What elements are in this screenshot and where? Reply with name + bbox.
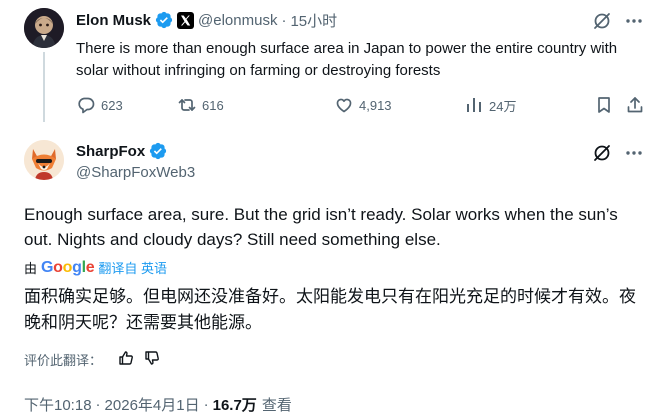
main-author-header: SharpFox [76,142,167,160]
separator: · [95,396,101,413]
share-button[interactable] [625,94,645,116]
reply-icon [76,95,96,115]
share-icon [625,95,645,115]
parent-avatar[interactable] [24,8,64,48]
grok-icon[interactable] [592,143,612,168]
parent-top-actions [592,11,644,36]
separator: · [203,396,209,413]
repost-button[interactable]: 616 [177,94,224,116]
reply-count: 623 [101,97,123,113]
avatar-image [24,8,64,48]
parent-tweet-text: There is more than enough surface area i… [76,40,618,79]
tweet-time[interactable]: 15小时 [290,10,337,31]
tweet-meta: 下午10:18 · 2026年4月1日 · 16.7万 查看 [24,394,292,415]
separator: · [281,11,287,29]
more-icon[interactable] [624,11,644,36]
reply-button[interactable]: 623 [76,94,123,116]
parent-header: Elon Musk @elonmusk · 15小时 [76,9,337,31]
post-date[interactable]: 2026年4月1日 [105,394,200,415]
translated-text: 面积确实足够。但电网还没准备好。太阳能发电只有在阳光充足的时候才有效。夜晚和阴天… [24,287,636,332]
translate-source-link[interactable]: 翻译自 英语 [98,258,167,277]
repost-icon [177,95,197,115]
author-handle[interactable]: @elonmusk [198,12,277,29]
like-button[interactable]: 4,913 [334,94,392,116]
translate-by-label: 由 [24,261,38,276]
x-logo-icon [177,11,195,29]
google-logo: Google [41,258,95,276]
grok-icon[interactable] [592,11,612,36]
thumbs-up-icon[interactable] [118,350,134,369]
main-top-actions [592,143,644,168]
author-name[interactable]: Elon Musk [76,12,151,29]
views-button[interactable]: 24万 [464,94,516,116]
thumbs-down-icon[interactable] [144,350,160,369]
views-icon [464,95,484,115]
like-count: 4,913 [359,97,392,113]
author-handle[interactable]: @SharpFoxWeb3 [76,164,195,181]
bookmark-button[interactable] [594,94,614,116]
verified-badge-icon[interactable] [149,142,167,160]
verified-badge-icon[interactable] [155,11,173,29]
parent-action-bar: 623 616 4,913 24万 [76,94,646,116]
like-icon [334,95,354,115]
translation-bar: 由 Google 翻译自 英语 [24,258,167,277]
thread-connector [43,52,45,122]
main-avatar[interactable] [24,140,64,180]
author-name[interactable]: SharpFox [76,143,145,160]
rate-translation: 评价此翻译： [24,350,160,369]
repost-count: 616 [202,97,224,113]
rate-translation-label: 评价此翻译： [24,353,103,368]
more-icon[interactable] [624,143,644,168]
fox-avatar-image [24,140,64,180]
views-label: 查看 [261,397,292,414]
post-time[interactable]: 下午10:18 [24,394,92,415]
main-tweet-text: Enough surface area, sure. But the grid … [24,205,618,249]
bookmark-icon [594,95,614,115]
views-count: 16.7万 [212,397,257,414]
views-count: 24万 [489,98,517,114]
